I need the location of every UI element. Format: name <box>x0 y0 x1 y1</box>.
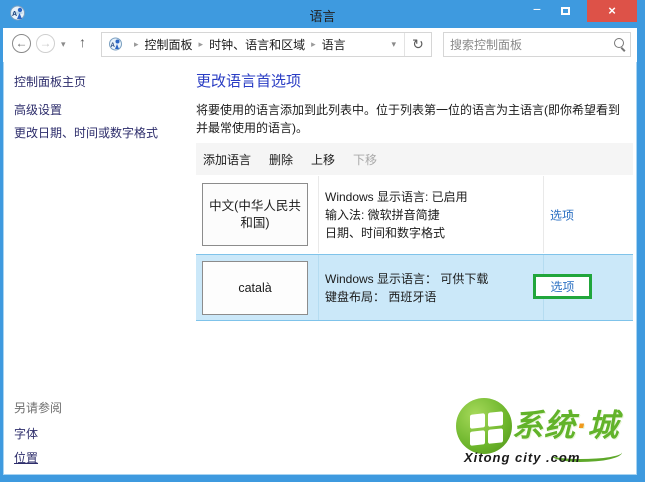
breadcrumb-language-icon: A <box>108 37 123 52</box>
watermark-brand-text: 系统·城 <box>512 408 620 443</box>
language-details: Windows 显示语言: 已启用 输入法: 微软拼音简捷 日期、时间和数字格式 <box>325 188 468 242</box>
sidebar-item-change-date-time-formats[interactable]: 更改日期、时间或数字格式 <box>14 124 158 141</box>
see-also-header: 另请参阅 <box>14 401 63 415</box>
address-bar[interactable]: A ▸ 控制面板 ▸ 时钟、语言和区域 ▸ 语言 ▾ ↻ <box>101 32 432 57</box>
breadcrumb-clock-language-region[interactable]: 时钟、语言和区域 <box>209 36 305 53</box>
move-up-button[interactable]: 上移 <box>311 151 335 168</box>
watermark-site-text: Xitong city .com <box>464 450 581 465</box>
column-divider <box>543 176 544 253</box>
breadcrumb-arrow-icon: ▸ <box>134 39 139 49</box>
move-down-button: 下移 <box>353 152 378 167</box>
language-row-catala-selected[interactable]: català Windows 显示语言： 可供下载 键盘布局： 西班牙语 选项 <box>196 254 633 321</box>
language-row-chinese[interactable]: 中文(中华人民共和国) Windows 显示语言: 已启用 输入法: 微软拼音简… <box>196 176 633 253</box>
language-details: Windows 显示语言： 可供下载 键盘布局： 西班牙语 <box>325 270 488 306</box>
up-button[interactable]: ↑ <box>79 34 86 50</box>
sidebar-item-advanced-settings[interactable]: 高级设置 <box>14 101 62 118</box>
options-link-chinese[interactable]: 选项 <box>550 206 574 223</box>
minimize-button[interactable]: − <box>524 0 550 22</box>
refresh-button[interactable]: ↻ <box>405 36 431 53</box>
detail-keyboard-layout: 键盘布局： 西班牙语 <box>325 289 437 304</box>
maximize-icon <box>560 7 570 15</box>
language-settings-window: A 语言 − × ← → ▾ ↑ A ▸ 控制面板 ▸ 时钟、语言和区域 ▸ 语… <box>0 0 645 482</box>
close-button[interactable]: × <box>587 0 637 22</box>
language-badge-chinese: 中文(中华人民共和国) <box>202 183 308 246</box>
page-title: 更改语言首选项 <box>196 73 302 90</box>
options-highlight-box: 选项 <box>533 274 592 299</box>
search-box <box>443 32 631 57</box>
detail-input-method: 输入法: 微软拼音简捷 <box>325 207 440 222</box>
breadcrumb-language[interactable]: 语言 <box>322 36 346 53</box>
brand-dot: · <box>576 408 588 443</box>
windows-flag-icon <box>456 398 512 454</box>
sidebar-item-location[interactable]: 位置 <box>14 449 38 466</box>
titlebar: A 语言 − × <box>0 0 645 28</box>
options-link-catala[interactable]: 选项 <box>550 278 574 295</box>
search-icon[interactable] <box>611 36 629 54</box>
add-language-button[interactable]: 添加语言 <box>203 151 251 168</box>
language-badge-catala: català <box>202 261 308 315</box>
page-description: 将要使用的语言添加到此列表中。位于列表第一位的语言为主语言(即你希望看到并最常使… <box>196 103 620 135</box>
forward-button[interactable]: → <box>36 34 55 53</box>
remove-button[interactable]: 删除 <box>269 151 293 168</box>
xitongcheng-watermark: 系统·城 Xitong city .com <box>452 394 632 470</box>
navigation-bar: ← → ▾ ↑ A ▸ 控制面板 ▸ 时钟、语言和区域 ▸ 语言 ▾ ↻ <box>3 28 637 62</box>
language-list-toolbar: 添加语言 删除 上移 下移 <box>196 143 633 175</box>
maximize-button[interactable] <box>552 0 578 22</box>
address-dropdown-icon[interactable]: ▾ <box>383 39 404 50</box>
svg-text:A: A <box>111 43 116 49</box>
sidebar-item-control-panel-home[interactable]: 控制面板主页 <box>14 73 86 90</box>
column-divider <box>318 176 319 253</box>
sidebar-item-fonts[interactable]: 字体 <box>14 425 38 442</box>
search-input[interactable] <box>444 37 611 52</box>
breadcrumb-arrow-icon: ▸ <box>198 39 204 49</box>
detail-display-language: Windows 显示语言： 可供下载 <box>325 271 489 286</box>
breadcrumb-arrow-icon: ▸ <box>311 39 316 49</box>
detail-date-time-formats: 日期、时间和数字格式 <box>325 225 446 240</box>
history-dropdown-icon[interactable]: ▾ <box>61 37 66 51</box>
breadcrumb-control-panel[interactable]: 控制面板 <box>145 36 193 53</box>
back-button[interactable]: ← <box>12 34 31 53</box>
detail-display-language: Windows 显示语言: 已启用 <box>325 189 468 204</box>
column-divider <box>318 255 319 320</box>
